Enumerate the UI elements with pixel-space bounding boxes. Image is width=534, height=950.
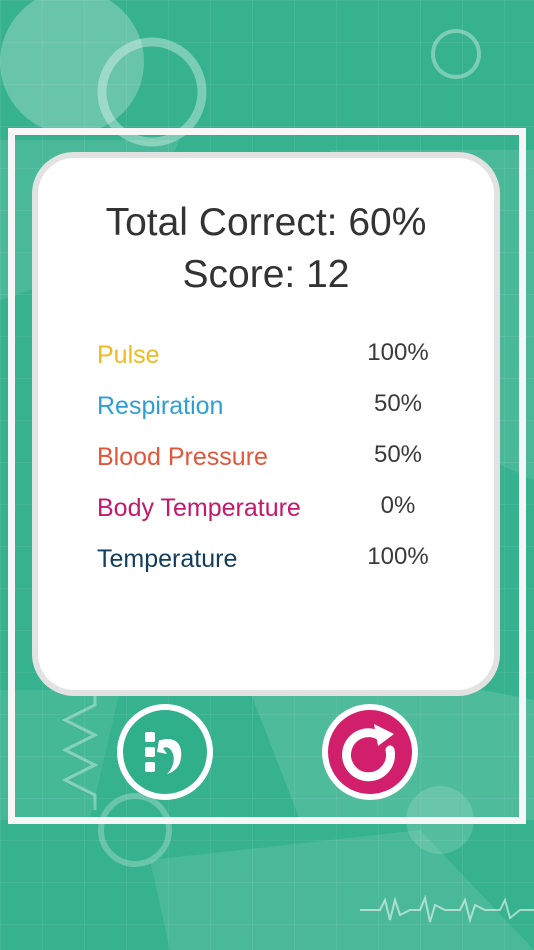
category-label: Temperature <box>97 545 238 573</box>
category-percent: 0% <box>380 492 416 519</box>
category-label: Blood Pressure <box>97 443 268 471</box>
category-row-temperature: Temperature 100% <box>38 542 494 576</box>
category-row-respiration: Respiration 50% <box>38 389 494 423</box>
total-correct: Total Correct: 60% <box>105 201 427 244</box>
category-row-pulse: Pulse 100% <box>38 338 494 372</box>
retry-button[interactable] <box>322 704 418 800</box>
category-percent: 50% <box>373 390 423 417</box>
menu-button[interactable] <box>117 704 213 800</box>
category-row-blood-pressure: Blood Pressure 50% <box>38 440 494 474</box>
category-row-body-temperature: Body Temperature 0% <box>38 491 494 525</box>
category-label: Respiration <box>97 392 224 420</box>
category-label: Pulse <box>97 341 160 369</box>
category-percent: 100% <box>367 339 429 366</box>
list-back-icon <box>145 732 182 774</box>
score: Score: 12 <box>182 253 350 296</box>
retry-icon <box>342 724 395 782</box>
category-label: Body Temperature <box>97 494 301 522</box>
category-percent: 50% <box>373 441 423 468</box>
results-card: Total Correct: 60% Score: 12 Pulse 100% … <box>38 158 494 690</box>
category-percent: 100% <box>367 543 429 570</box>
